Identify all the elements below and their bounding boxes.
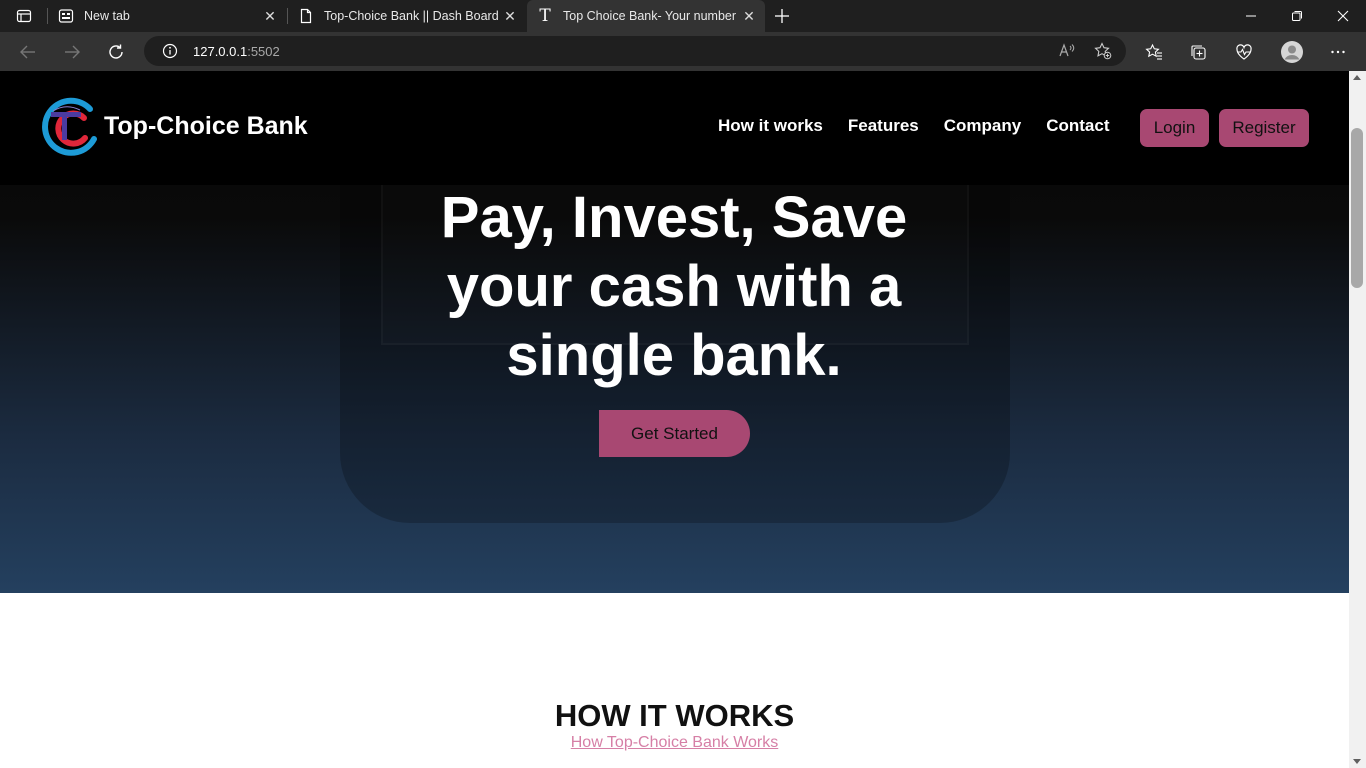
close-window-icon[interactable] [1320,0,1366,32]
browser-essentials-icon[interactable] [1232,40,1256,64]
tab-new-tab[interactable]: New tab ✕ [48,0,286,32]
read-aloud-icon[interactable] [1057,41,1077,61]
nav-contact[interactable]: Contact [1046,116,1109,136]
url-text: 127.0.0.1:5502 [193,44,280,59]
tab-actions-icon[interactable] [8,6,40,26]
how-it-works-title: HOW IT WORKS [554,698,795,733]
url-host: 127.0.0.1 [193,44,248,59]
register-button[interactable]: Register [1219,109,1309,147]
profile-icon[interactable] [1280,40,1304,64]
document-icon [298,8,314,24]
bank-logo-icon [42,97,97,156]
tab-dashboard[interactable]: Top-Choice Bank || Dash Board ✕ [288,0,526,32]
minimize-icon[interactable] [1228,0,1274,32]
scrollbar-thumb[interactable] [1351,128,1363,288]
nav-company[interactable]: Company [944,116,1021,136]
tab-title: New tab [84,9,130,23]
forward-arrow-icon[interactable] [60,40,84,64]
login-button[interactable]: Login [1140,109,1209,147]
get-started-button[interactable]: Get Started [599,410,750,457]
address-bar[interactable]: 127.0.0.1:5502 [144,36,1126,66]
main-nav: How it works Features Company Contact [718,116,1134,136]
plus-icon[interactable] [771,5,793,27]
scroll-down-arrow-icon[interactable] [1353,759,1361,764]
page-viewport: Top-Choice Bank How it works Features Co… [0,71,1349,768]
browser-tab-bar: New tab ✕ Top-Choice Bank || Dash Board … [0,0,1366,32]
collections-icon[interactable] [1186,40,1210,64]
how-it-works-link[interactable]: How Top-Choice Bank Works [0,734,1349,752]
nav-features[interactable]: Features [848,116,919,136]
more-icon[interactable] [1326,40,1350,64]
site-favicon: T [539,6,551,26]
info-icon[interactable] [162,43,178,59]
new-tab-page-icon [58,8,74,24]
tab-title: Top Choice Bank- Your number c [563,9,738,23]
scroll-up-arrow-icon[interactable] [1353,75,1361,80]
brand[interactable]: Top-Choice Bank [38,95,308,157]
brand-name: Top-Choice Bank [104,111,308,140]
hero-section: Top-Choice Bank How it works Features Co… [0,71,1349,593]
page-scrollbar[interactable] [1349,71,1366,768]
nav-how-it-works[interactable]: How it works [718,116,823,136]
back-arrow-icon[interactable] [16,40,40,64]
close-icon[interactable]: ✕ [502,8,518,24]
tab-top-choice-bank[interactable]: T Top Choice Bank- Your number c ✕ [527,0,765,32]
favorites-icon[interactable] [1142,40,1166,64]
site-navbar: Top-Choice Bank How it works Features Co… [0,71,1349,185]
add-favorite-icon[interactable] [1093,41,1113,61]
hero-title: Pay, Invest, Save your cash with a singl… [440,185,908,388]
close-icon[interactable]: ✕ [262,8,278,24]
refresh-icon[interactable] [104,40,128,64]
restore-icon[interactable] [1274,0,1320,32]
browser-toolbar: 127.0.0.1:5502 [0,32,1366,71]
close-icon[interactable]: ✕ [741,8,757,24]
url-port: :5502 [247,44,280,59]
tab-title: Top-Choice Bank || Dash Board [324,9,499,23]
